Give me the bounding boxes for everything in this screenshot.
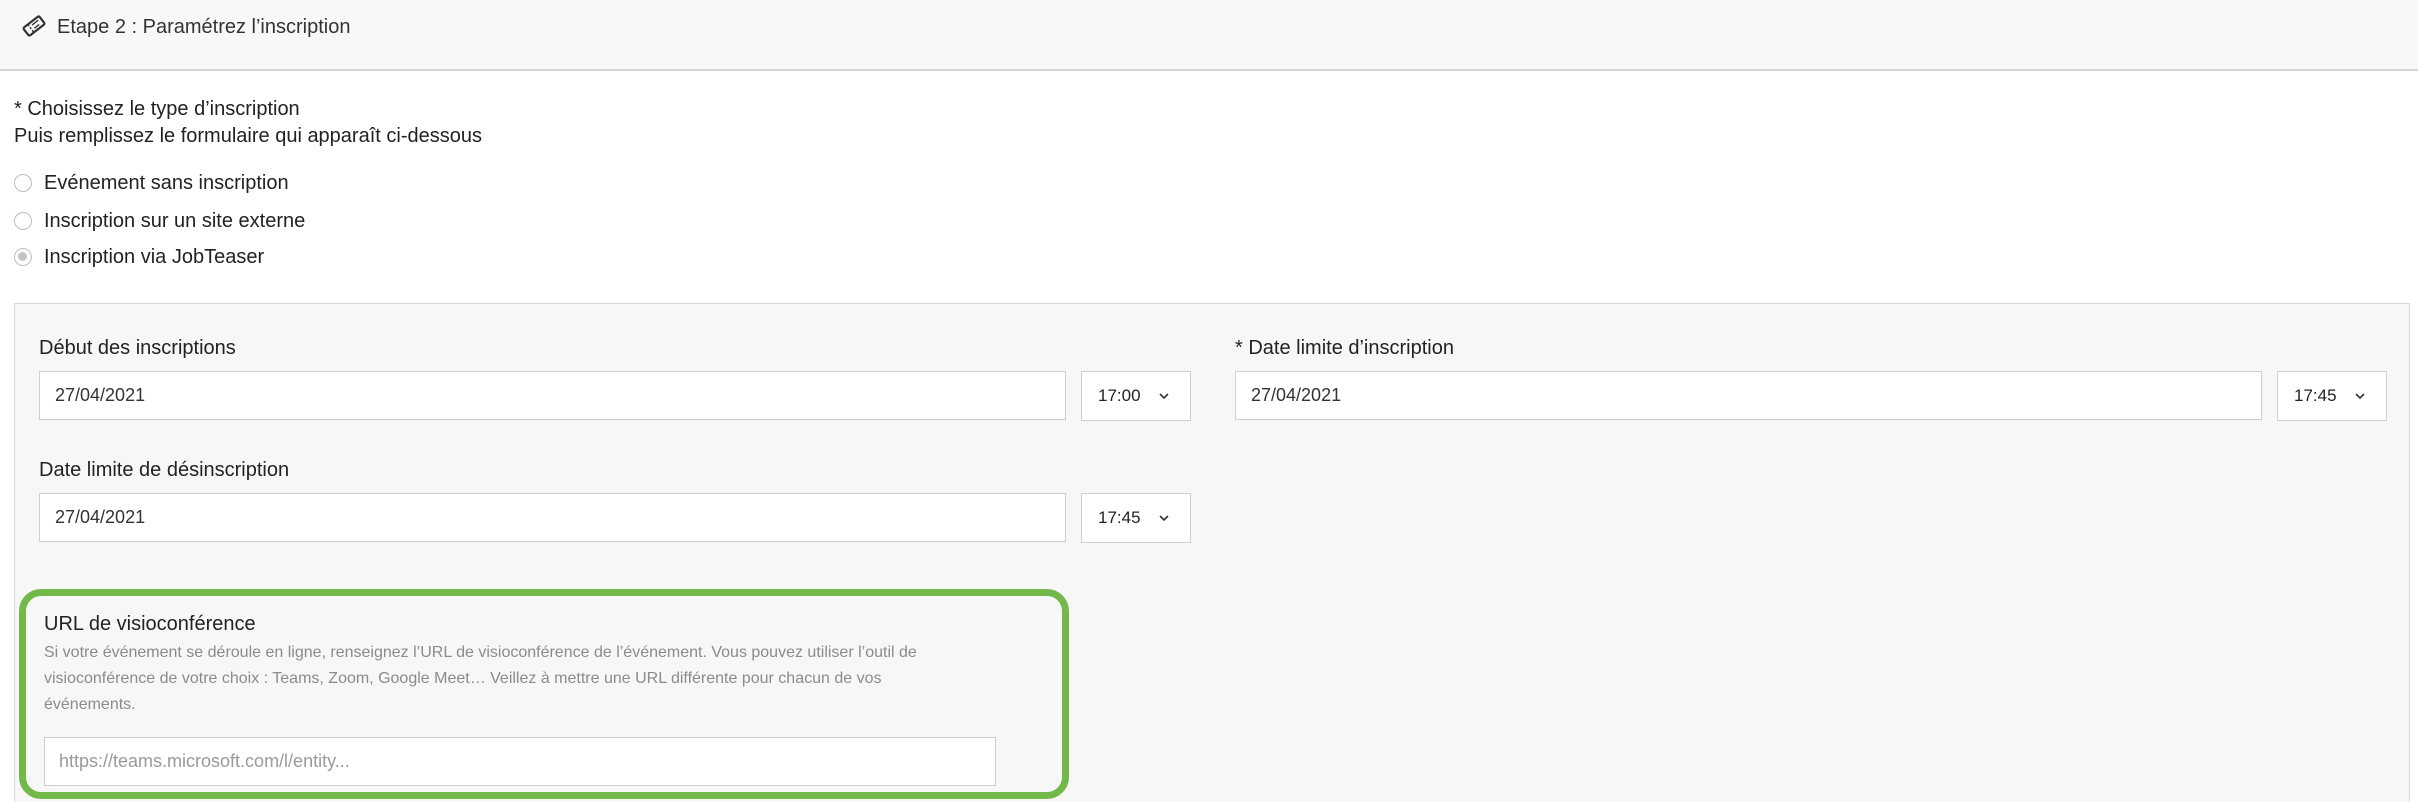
radio-label: Inscription via JobTeaser [44, 245, 265, 268]
start-time-select[interactable]: 17:00 [1081, 371, 1191, 421]
chevron-down-icon [1159, 515, 1169, 522]
unsubscribe-label: Date limite de désinscription [39, 459, 290, 481]
visio-url-help-text: Si votre événement se déroule en ligne, … [44, 644, 917, 713]
radio-option-jobteaser[interactable]: Inscription via JobTeaser [14, 242, 264, 272]
radio-label: Inscription sur un site externe [44, 209, 306, 232]
unsubscribe-date-input[interactable]: 27/04/2021 [39, 493, 1066, 542]
radio-option-external-site[interactable]: Inscription sur un site externe [14, 206, 305, 236]
radio-button[interactable] [14, 212, 32, 230]
registration-type-title: * Choisissez le type d’inscription [14, 98, 300, 120]
step-header: Etape 2 : Paramétrez l’inscription [0, 0, 2418, 71]
registration-type-subtitle: Puis remplissez le formulaire qui appara… [14, 125, 482, 147]
ticket-icon [22, 15, 46, 37]
unsubscribe-time-select[interactable]: 17:45 [1081, 493, 1191, 543]
start-label: Début des inscriptions [39, 337, 236, 359]
radio-button[interactable] [14, 174, 32, 192]
radio-option-no-registration[interactable]: Evénement sans inscription [14, 168, 289, 198]
radio-button-selected[interactable] [14, 248, 32, 266]
deadline-time-value: 17:45 [2294, 386, 2337, 405]
chevron-down-icon [2355, 393, 2365, 400]
deadline-label: * Date limite d’inscription [1235, 337, 1454, 359]
visio-url-highlight-box: URL de visioconférence Si votre événemen… [19, 589, 1069, 799]
visio-url-input[interactable] [44, 737, 996, 786]
step-title: Etape 2 : Paramétrez l’inscription [57, 16, 351, 38]
unsubscribe-time-value: 17:45 [1098, 508, 1141, 527]
start-time-value: 17:00 [1098, 386, 1141, 405]
deadline-date-input[interactable]: 27/04/2021 [1235, 371, 2262, 420]
start-date-input[interactable]: 27/04/2021 [39, 371, 1066, 420]
radio-label: Evénement sans inscription [44, 171, 289, 194]
deadline-time-select[interactable]: 17:45 [2277, 371, 2387, 421]
visio-url-label: URL de visioconférence [44, 613, 256, 635]
chevron-down-icon [1159, 393, 1169, 400]
